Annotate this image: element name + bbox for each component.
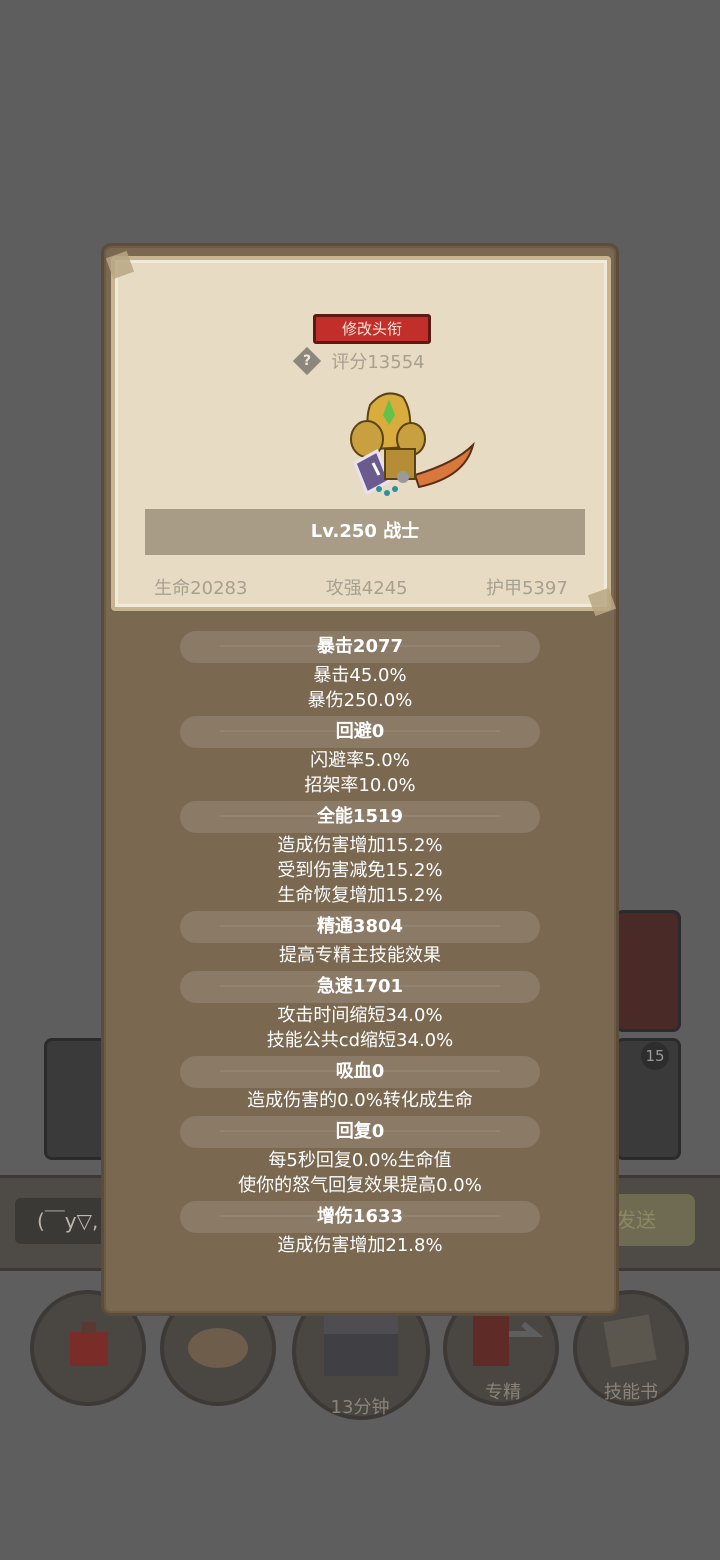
stat-line: 每5秒回复0.0%生命值 xyxy=(268,1150,452,1171)
stat-line: 技能公共cd缩短34.0% xyxy=(266,1030,454,1051)
attack-power-stat: 攻强4245 xyxy=(325,578,408,599)
rename-title-button[interactable]: 修改头衔 xyxy=(313,314,431,344)
stat-group-title: 回复0 xyxy=(180,1116,540,1148)
stat-group-title: 精通3804 xyxy=(180,911,540,943)
stat-group-regen: 回复0 每5秒回复0.0%生命值 使你的怒气回复效果提高0.0% xyxy=(104,1116,616,1198)
stat-line: 攻击时间缩短34.0% xyxy=(277,1005,443,1026)
stat-group-crit: 暴击2077 暴击45.0% 暴伤250.0% xyxy=(104,631,616,713)
stat-group-title: 回避0 xyxy=(180,716,540,748)
stat-group-title: 全能1519 xyxy=(180,801,540,833)
stat-line: 造成伤害的0.0%转化成生命 xyxy=(247,1090,473,1111)
character-info-panel: 修改头衔 ? 评分13554 Lv.250 战士 生命20283 攻强4245 护… xyxy=(101,243,619,1316)
stat-group-versatility: 全能1519 造成伤害增加15.2% 受到伤害减免15.2% 生命恢复增加15.… xyxy=(104,801,616,908)
stat-line: 生命恢复增加15.2% xyxy=(277,885,443,906)
stat-group-damage-increase: 增伤1633 造成伤害增加21.8% xyxy=(104,1201,616,1258)
stat-group-title: 增伤1633 xyxy=(180,1201,540,1233)
stat-group-title: 急速1701 xyxy=(180,971,540,1003)
armor-stat: 护甲5397 xyxy=(485,578,568,599)
score-row: ? 评分13554 xyxy=(115,346,607,378)
profile-card: 修改头衔 ? 评分13554 Lv.250 战士 生命20283 攻强4245 护… xyxy=(105,250,617,617)
level-class-banner: Lv.250 战士 xyxy=(145,509,585,555)
stat-group-haste: 急速1701 攻击时间缩短34.0% 技能公共cd缩短34.0% xyxy=(104,971,616,1053)
hero-card-right-top[interactable] xyxy=(615,910,681,1032)
specialization-label: 专精 xyxy=(485,1382,521,1403)
stat-group-title: 吸血0 xyxy=(180,1056,540,1088)
stat-line: 暴击45.0% xyxy=(313,665,407,686)
stat-line: 造成伤害增加21.8% xyxy=(277,1235,443,1256)
count-badge: 15 xyxy=(641,1042,669,1070)
stat-group-mastery: 精通3804 提高专精主技能效果 xyxy=(104,911,616,968)
stat-line: 造成伤害增加15.2% xyxy=(277,835,443,856)
stat-line: 闪避率5.0% xyxy=(310,750,410,771)
stat-group-evasion: 回避0 闪避率5.0% 招架率10.0% xyxy=(104,716,616,798)
corner-tape xyxy=(105,250,135,280)
stat-details-list: 暴击2077 暴击45.0% 暴伤250.0% 回避0 闪避率5.0% 招架率1… xyxy=(104,631,616,1261)
stat-line: 受到伤害减免15.2% xyxy=(277,860,443,881)
skill-book-label: 技能书 xyxy=(604,1382,658,1403)
stat-line: 使你的怒气回复效果提高0.0% xyxy=(238,1175,482,1196)
stat-line: 暴伤250.0% xyxy=(307,690,413,711)
stat-line: 提高专精主技能效果 xyxy=(279,945,441,966)
base-stats-row: 生命20283 攻强4245 护甲5397 xyxy=(115,574,607,602)
score-text: 评分13554 xyxy=(331,352,425,373)
stat-group-lifesteal: 吸血0 造成伤害的0.0%转化成生命 xyxy=(104,1056,616,1113)
stat-group-title: 暴击2077 xyxy=(180,631,540,663)
hp-stat: 生命20283 xyxy=(154,578,248,599)
stat-line: 招架率10.0% xyxy=(304,775,416,796)
warrior-avatar xyxy=(350,392,475,496)
help-icon[interactable]: ? xyxy=(293,346,322,376)
treasure-timer: 13分钟 xyxy=(330,1397,390,1418)
